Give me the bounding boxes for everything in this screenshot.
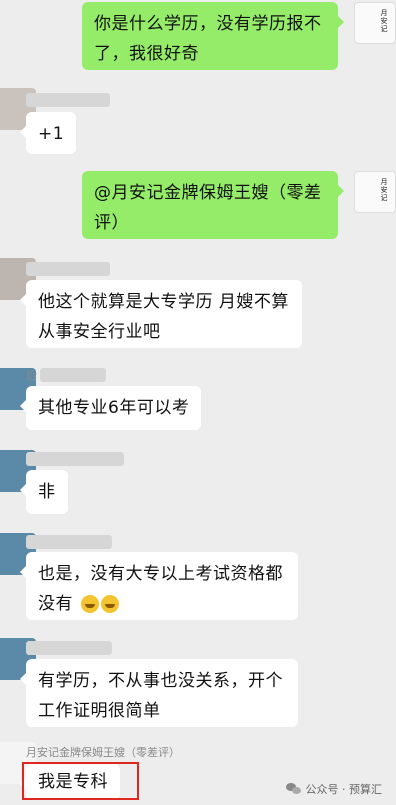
facepalm-emoji-icon <box>80 595 99 613</box>
sender-name-redacted <box>26 452 124 466</box>
message-text: 有学历，不从事也没关系，开个工作证明很简单 <box>38 671 283 721</box>
message-bubble[interactable]: @月安记金牌保姆王嫂（零差评） <box>82 171 344 239</box>
sender-name-redacted <box>26 641 112 655</box>
message-bubble[interactable]: 也是，没有大专以上考试资格都没有 <box>20 552 298 620</box>
message-bubble[interactable]: +1 <box>19 112 77 154</box>
watermark: 公众号 · 预算汇 <box>285 781 383 797</box>
message-text: @月安记金牌保姆王嫂（零差评） <box>94 183 322 233</box>
watermark-text: 公众号 · 预算汇 <box>305 783 383 796</box>
message-text: 其他专业6年可以考 <box>38 398 190 418</box>
message-bubble[interactable]: 非 <box>20 470 68 514</box>
sender-name-redacted <box>26 535 112 549</box>
facepalm-emoji-icon <box>100 595 119 613</box>
message-bubble[interactable]: 有学历，不从事也没关系，开个工作证明很简单 <box>20 659 298 727</box>
message-text: 他这个就算是大专学历 月嫂不算从事安全行业吧 <box>38 292 289 342</box>
message-text: +1 <box>38 124 65 144</box>
sender-name-redacted <box>40 368 106 382</box>
message-text: 你是什么学历，没有学历报不了，我很好奇 <box>94 14 322 64</box>
sender-name: 后 <box>26 369 37 382</box>
sender-name-redacted <box>26 262 110 276</box>
sender-name: 月安记金牌保姆王嫂（零差评） <box>26 746 180 759</box>
message-bubble[interactable]: 你是什么学历，没有学历报不了，我很好奇 <box>82 2 344 70</box>
avatar[interactable]: 月安记 <box>354 171 396 213</box>
sender-name-redacted <box>26 93 110 107</box>
avatar[interactable]: 月安记 <box>354 2 396 44</box>
message-text: 非 <box>38 482 56 502</box>
message-bubble[interactable]: 他这个就算是大专学历 月嫂不算从事安全行业吧 <box>20 280 302 348</box>
wechat-icon <box>285 783 302 795</box>
message-text: 也是，没有大专以上考试资格都没有 <box>38 564 283 614</box>
message-bubble[interactable]: 其他专业6年可以考 <box>19 386 202 430</box>
red-highlight-box <box>22 762 139 800</box>
